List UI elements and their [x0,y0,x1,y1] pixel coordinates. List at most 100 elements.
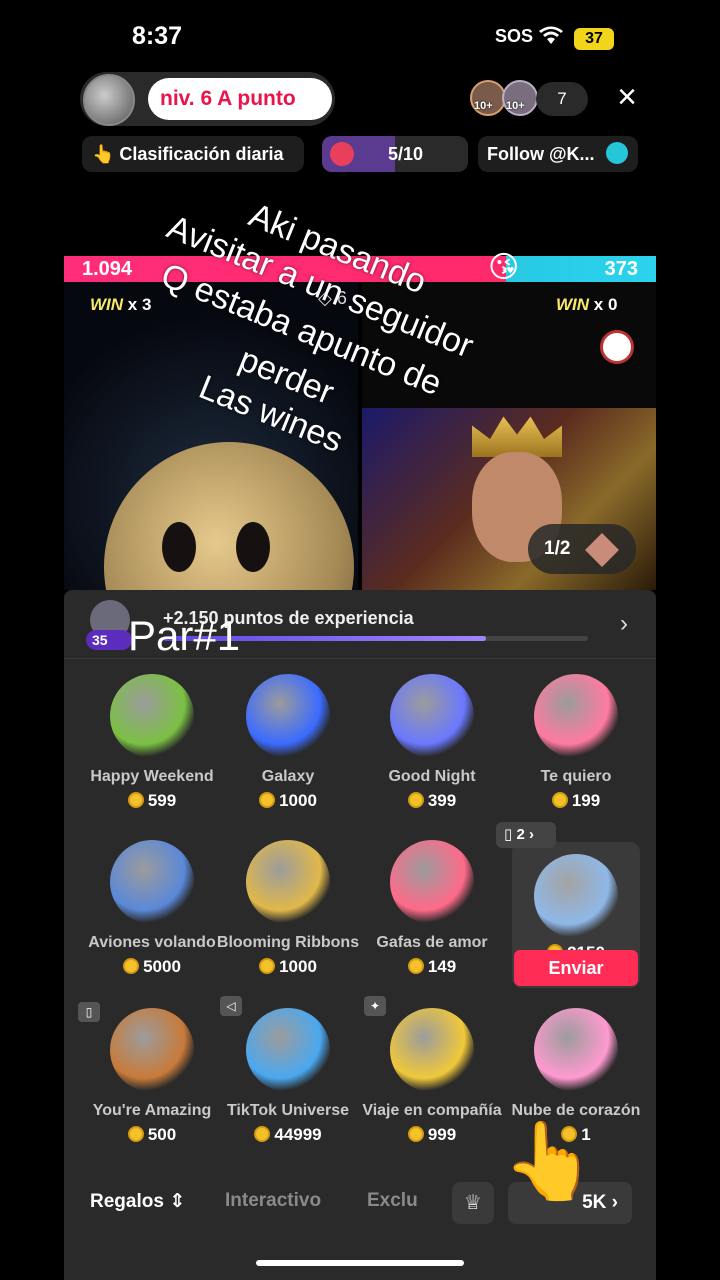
coin-icon [407,1126,424,1142]
goal-progress-chip[interactable]: 5/10 [322,136,468,172]
gift-item[interactable]: Viaje en compañía 999 [360,1008,504,1145]
gift-price-value: 149 [427,957,457,976]
gift-image [390,840,474,924]
coin-icon [259,958,276,974]
gift-price: 999 [360,1125,504,1145]
viewer-avatar[interactable]: 10+ [502,80,538,116]
gift-price-value: 1000 [279,791,317,810]
win-count-left: WIN x 3 [90,295,151,315]
level-badge[interactable]: niv. 6 A punto [148,78,332,120]
gift-item[interactable]: 2150 [504,840,648,963]
gift-item[interactable]: You're Amazing 500 [80,1008,224,1145]
sound-icon: ◁ [220,996,242,1016]
moon-face-image [104,442,354,590]
page-indicator[interactable]: 1/2 [528,524,636,574]
multiplier-tag[interactable]: ▯ 2 › [496,822,556,848]
home-indicator[interactable] [256,1260,464,1266]
chevron-right-icon[interactable]: › [620,610,628,638]
pin-icon[interactable] [600,330,634,364]
gift-image [110,1008,194,1092]
viewer-avatar[interactable]: 10+ [470,80,506,116]
gift-name: Te quiero [540,768,612,785]
gift-item[interactable]: Aviones volando 5000 [80,840,224,977]
pointing-hand-icon: 👆 [502,1119,597,1204]
win-count: x 3 [127,295,152,314]
close-button[interactable]: × [610,80,644,114]
follow-avatar-icon [606,142,628,164]
follow-chip[interactable]: Follow @K... [478,136,638,172]
gift-name: You're Amazing [92,1102,212,1119]
gift-image [110,674,194,758]
daily-ranking-chip[interactable]: 👆 Clasificación diaria [82,136,304,172]
send-button[interactable]: Enviar [514,950,638,986]
gift-image [390,674,474,758]
camera-icon: ▯ [504,826,513,843]
gift-name: Happy Weekend [90,768,214,785]
host-avatar[interactable] [83,74,135,126]
goal-progress-label: 5/10 [388,144,424,164]
gift-name: Gafas de amor [376,934,488,951]
gift-item[interactable]: Gafas de amor 149 [360,840,504,977]
gift-price: 599 [80,791,224,811]
gift-price: 399 [360,791,504,811]
win-label: WIN [556,295,590,314]
coin-icon [123,958,140,974]
gift-image [246,840,330,924]
gift-price: 199 [504,791,648,811]
gift-image [390,1008,474,1092]
video-icon: ▯ [78,1002,100,1022]
win-count-right: WIN x 0 [556,295,617,315]
overlay-label: Par#1 [128,612,241,659]
sos-indicator: SOS [495,26,534,46]
gift-item[interactable]: Galaxy 1000 [216,674,360,811]
gift-item[interactable]: Good Night 399 [360,674,504,811]
viewer-tag: 10+ [506,100,525,112]
level-badge-small: 35 [86,630,132,650]
gift-price-value: 5000 [143,957,181,976]
chevron-right-icon: › [528,826,534,843]
coin-icon [407,792,424,808]
follow-label: Follow @K... [487,144,595,164]
moon-eye [162,522,196,572]
gift-image [534,1008,618,1092]
win-count: x 0 [593,295,618,314]
moon-eye [236,522,270,572]
gift-price: 1000 [216,791,360,811]
gift-item[interactable]: Happy Weekend 599 [80,674,224,811]
tab-gifts[interactable]: Regalos ⇕ [90,1190,185,1213]
status-time: 8:37 [132,22,183,50]
wifi-icon [539,26,563,44]
heart-gift-icon [330,142,354,166]
tab-interactive[interactable]: Interactivo [225,1190,321,1212]
gift-price-value: 599 [147,791,177,810]
viewer-tag: 10+ [474,100,493,112]
gift-name: Aviones volando [88,934,216,951]
tab-gifts-label: Regalos [90,1191,164,1212]
gift-item[interactable]: TikTok Universe 44999 [216,1008,360,1145]
gift-image [246,674,330,758]
coin-icon [407,958,424,974]
gift-item[interactable]: Te quiero 199 [504,674,648,811]
crown-icon[interactable]: ♕ [452,1182,494,1224]
battery-indicator: 37 [574,28,614,50]
gift-price: 5000 [80,957,224,977]
gift-image [246,1008,330,1092]
score-left: 1.094 [82,258,133,280]
viewer-count[interactable]: 7 [536,82,588,116]
gift-price-value: 999 [427,1125,457,1144]
gift-image [534,674,618,758]
gift-price-value: 44999 [274,1125,322,1144]
score-right: 373 [604,258,638,280]
coin-icon [551,792,568,808]
coin-icon [127,1126,144,1142]
gift-price: 44999 [216,1125,360,1145]
tab-exclusive[interactable]: Exclu [367,1190,418,1212]
coin-icon [254,1126,271,1142]
gift-price: 149 [360,957,504,977]
gift-price: 1000 [216,957,360,977]
gift-price-value: 199 [571,791,601,810]
gift-price-value: 1000 [279,957,317,976]
gift-item[interactable]: Blooming Ribbons 1000 [216,840,360,977]
panel-divider [64,658,656,659]
kiss-emoji-icon: 😘 [488,251,520,284]
